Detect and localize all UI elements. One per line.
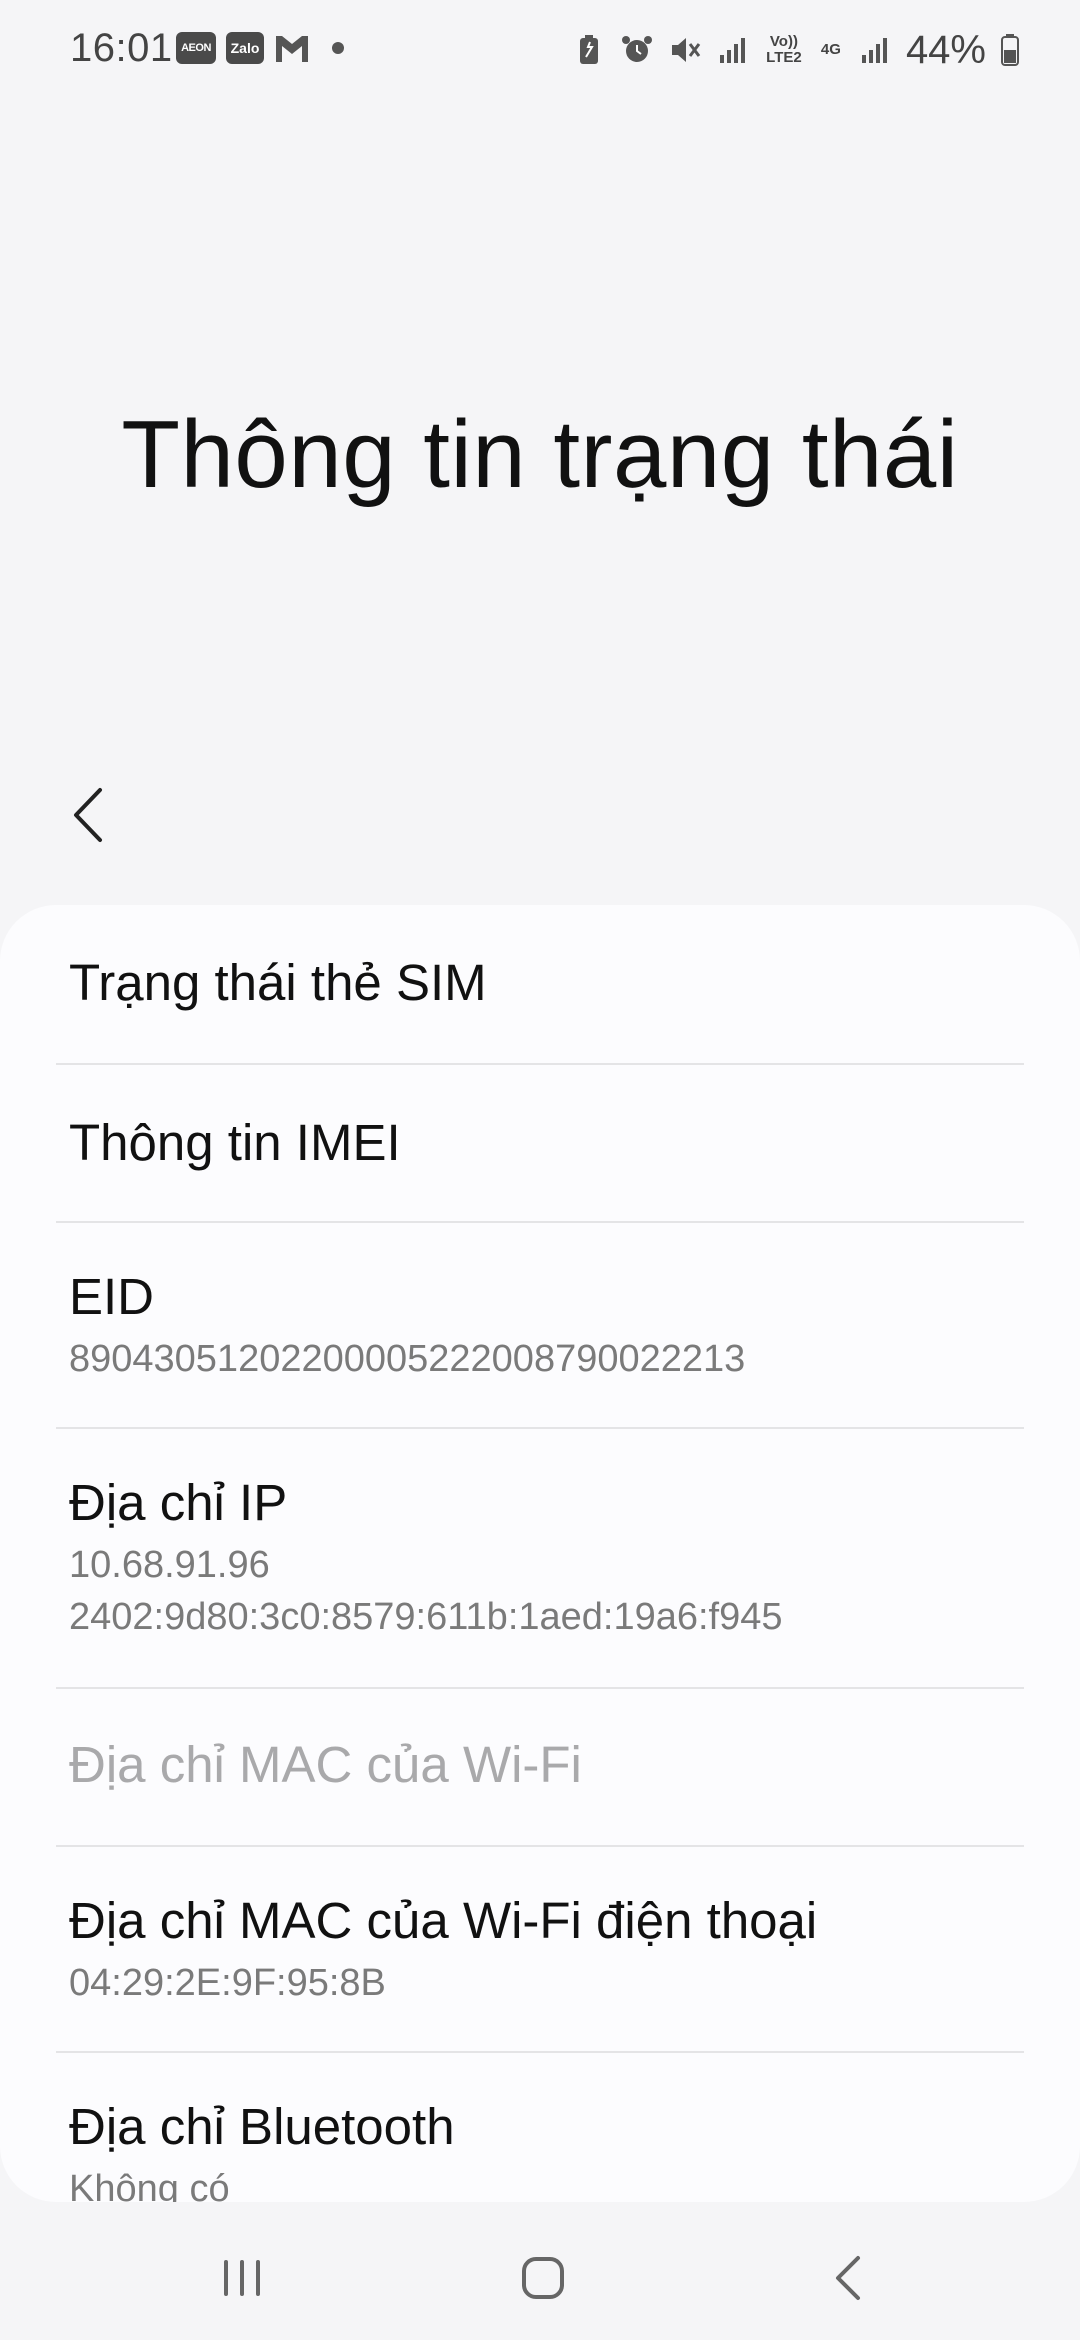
- gmail-icon: [276, 36, 308, 62]
- ipv6-value: 2402:9d80:3c0:8579:611b:1aed:19a6:f945: [69, 1596, 783, 1638]
- back-chevron-icon[interactable]: [60, 780, 120, 850]
- list-item-phone-wifi-mac[interactable]: Địa chỉ MAC của Wi-Fi điện thoại 04:29:2…: [56, 1847, 1024, 2051]
- list-item-bluetooth-address[interactable]: Địa chỉ Bluetooth Không có: [56, 2053, 1024, 2202]
- list-item-label: Địa chỉ IP: [69, 1474, 288, 1531]
- home-icon[interactable]: [503, 2238, 583, 2318]
- signal-icon: [719, 38, 745, 63]
- phone-wifi-mac-value: 04:29:2E:9F:95:8B: [69, 1962, 386, 2004]
- navigation-bar: [0, 2202, 1080, 2340]
- status-info-list: Trạng thái thẻ SIM Thông tin IMEI EID 89…: [0, 905, 1080, 2202]
- battery-icon: [1001, 34, 1019, 66]
- list-item-label: Địa chỉ MAC của Wi-Fi: [69, 1736, 582, 1793]
- bluetooth-value: Không có: [69, 2168, 230, 2202]
- list-item-eid[interactable]: EID 89043051202200005222008790022213: [56, 1223, 1024, 1427]
- dot-icon: [332, 42, 344, 54]
- alarm-icon: [621, 36, 652, 62]
- status-time: 16:01: [70, 26, 173, 70]
- list-item-label: Địa chỉ Bluetooth: [69, 2098, 455, 2155]
- eid-value: 89043051202200005222008790022213: [69, 1338, 746, 1380]
- list-item-imei[interactable]: Thông tin IMEI: [56, 1065, 1024, 1221]
- signal-icon: [861, 38, 887, 63]
- page-title: Thông tin trạng thái: [121, 401, 959, 508]
- back-icon[interactable]: [808, 2238, 888, 2318]
- list-item-label: Địa chỉ MAC của Wi-Fi điện thoại: [69, 1892, 818, 1949]
- list-item-label: Thông tin IMEI: [69, 1114, 401, 1171]
- aeon-app-icon: AEON: [176, 32, 216, 64]
- status-icons: Vo)) LTE2 4G 44%: [572, 26, 1020, 74]
- list-item-sim-status[interactable]: Trạng thái thẻ SIM: [56, 905, 1024, 1063]
- mute-icon: [671, 38, 701, 62]
- volte-label: Vo)) LTE2: [766, 33, 802, 66]
- list-item-ip-address[interactable]: Địa chỉ IP 10.68.91.96 2402:9d80:3c0:857…: [56, 1429, 1024, 1687]
- list-item-label: Trạng thái thẻ SIM: [69, 954, 487, 1011]
- list-item-wifi-mac: Địa chỉ MAC của Wi-Fi: [56, 1689, 1024, 1845]
- zalo-app-icon: Zalo: [226, 32, 264, 64]
- list-item-label: EID: [69, 1268, 155, 1325]
- network-type-label: 4G: [820, 41, 841, 58]
- ipv4-value: 10.68.91.96: [69, 1544, 270, 1586]
- status-bar: 16:01 AEON Zalo Vo)) LTE2 4G 44%: [0, 0, 1080, 100]
- battery-saver-icon: [579, 35, 598, 64]
- recent-apps-icon[interactable]: [202, 2238, 282, 2318]
- battery-percent: 44%: [905, 27, 986, 72]
